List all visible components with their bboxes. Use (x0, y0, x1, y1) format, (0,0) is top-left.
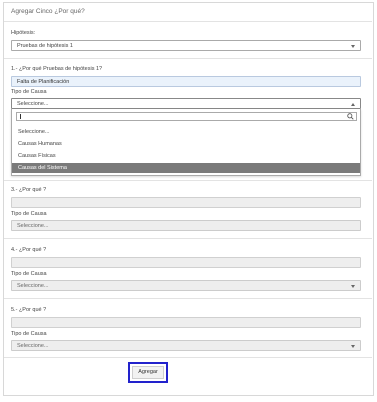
q1-tipo-select-value: Seleccione... (17, 101, 49, 107)
q4-input[interactable] (11, 257, 361, 268)
q4-tipo-label: Tipo de Causa (11, 271, 47, 277)
section-divider (4, 58, 372, 59)
chevron-down-icon (351, 285, 355, 288)
q3-tipo-label: Tipo de Causa (11, 211, 47, 217)
q1-label: 1.- ¿Por qué Pruebas de hipótesis 1? (11, 66, 103, 72)
q3-label: 3.- ¿Por qué ? (11, 187, 47, 193)
q5-input[interactable] (11, 317, 361, 328)
chevron-up-icon (351, 103, 355, 106)
q5-label: 5.- ¿Por qué ? (11, 307, 47, 313)
q5-tipo-select[interactable]: Seleccione... (11, 340, 361, 351)
q3-input[interactable] (11, 197, 361, 208)
dropdown-option[interactable]: Causas Humanas (12, 139, 360, 149)
q4-label: 4.- ¿Por qué ? (11, 247, 47, 253)
agregar-button-focus-outline: Agregar (128, 362, 168, 383)
section-divider (4, 238, 372, 239)
section-divider (4, 180, 372, 181)
q1-tipo-select[interactable]: Seleccione... (11, 98, 361, 109)
chevron-down-icon (351, 345, 355, 348)
dialog-title: Agregar Cinco ¿Por qué? (11, 8, 85, 15)
chevron-down-icon (351, 45, 355, 48)
dropdown-option[interactable]: Seleccione... (12, 127, 360, 137)
q1-tipo-dropdown: Seleccione... Causas Humanas Causas Físi… (11, 109, 361, 176)
q3-tipo-select[interactable]: Seleccione... (11, 220, 361, 231)
q5-tipo-label: Tipo de Causa (11, 331, 47, 337)
q1-input[interactable]: Falta de Planificación (11, 76, 361, 87)
dropdown-search-input[interactable] (16, 112, 357, 121)
q1-tipo-label: Tipo de Causa (11, 89, 47, 95)
dropdown-option-highlighted[interactable]: Causas del Sistema (12, 163, 360, 173)
section-divider (4, 357, 372, 358)
hipotesis-label: Hipótesis: (11, 30, 36, 36)
q4-tipo-select-value: Seleccione... (17, 283, 49, 289)
title-divider (4, 21, 372, 22)
q5-tipo-select-value: Seleccione... (17, 343, 49, 349)
q4-tipo-select[interactable]: Seleccione... (11, 280, 361, 291)
hipotesis-select-value: Pruebas de hipótesis 1 (17, 43, 73, 49)
dropdown-option[interactable]: Causas Físicas (12, 151, 360, 161)
agregar-button[interactable]: Agregar (132, 366, 164, 379)
q1-input-value: Falta de Planificación (17, 79, 70, 85)
search-icon (347, 113, 354, 120)
text-cursor (20, 114, 21, 119)
hipotesis-select[interactable]: Pruebas de hipótesis 1 (11, 40, 361, 51)
section-divider (4, 298, 372, 299)
q3-tipo-select-value: Seleccione... (17, 223, 49, 229)
